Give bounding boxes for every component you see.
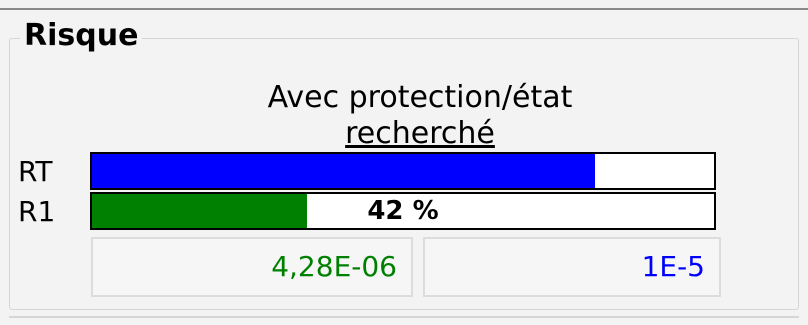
rt-progress-bar [90, 152, 716, 190]
subtitle-line-2: recherché [345, 116, 495, 151]
target-risk-value: 1E-5 [423, 237, 721, 297]
r1-progress-bar: 42 % [90, 192, 716, 230]
top-divider [0, 8, 808, 10]
r1-label: R1 [18, 195, 56, 228]
bottom-divider [9, 316, 799, 318]
rt-label: RT [18, 155, 53, 188]
current-risk-value: 4,28E-06 [91, 237, 413, 297]
r1-progress-text: 42 % [367, 196, 439, 226]
risk-subtitle: Avec protection/état recherché [180, 80, 660, 152]
subtitle-line-1: Avec protection/état [267, 80, 573, 115]
rt-progress-text [92, 154, 714, 188]
group-title: Risque [20, 18, 143, 54]
